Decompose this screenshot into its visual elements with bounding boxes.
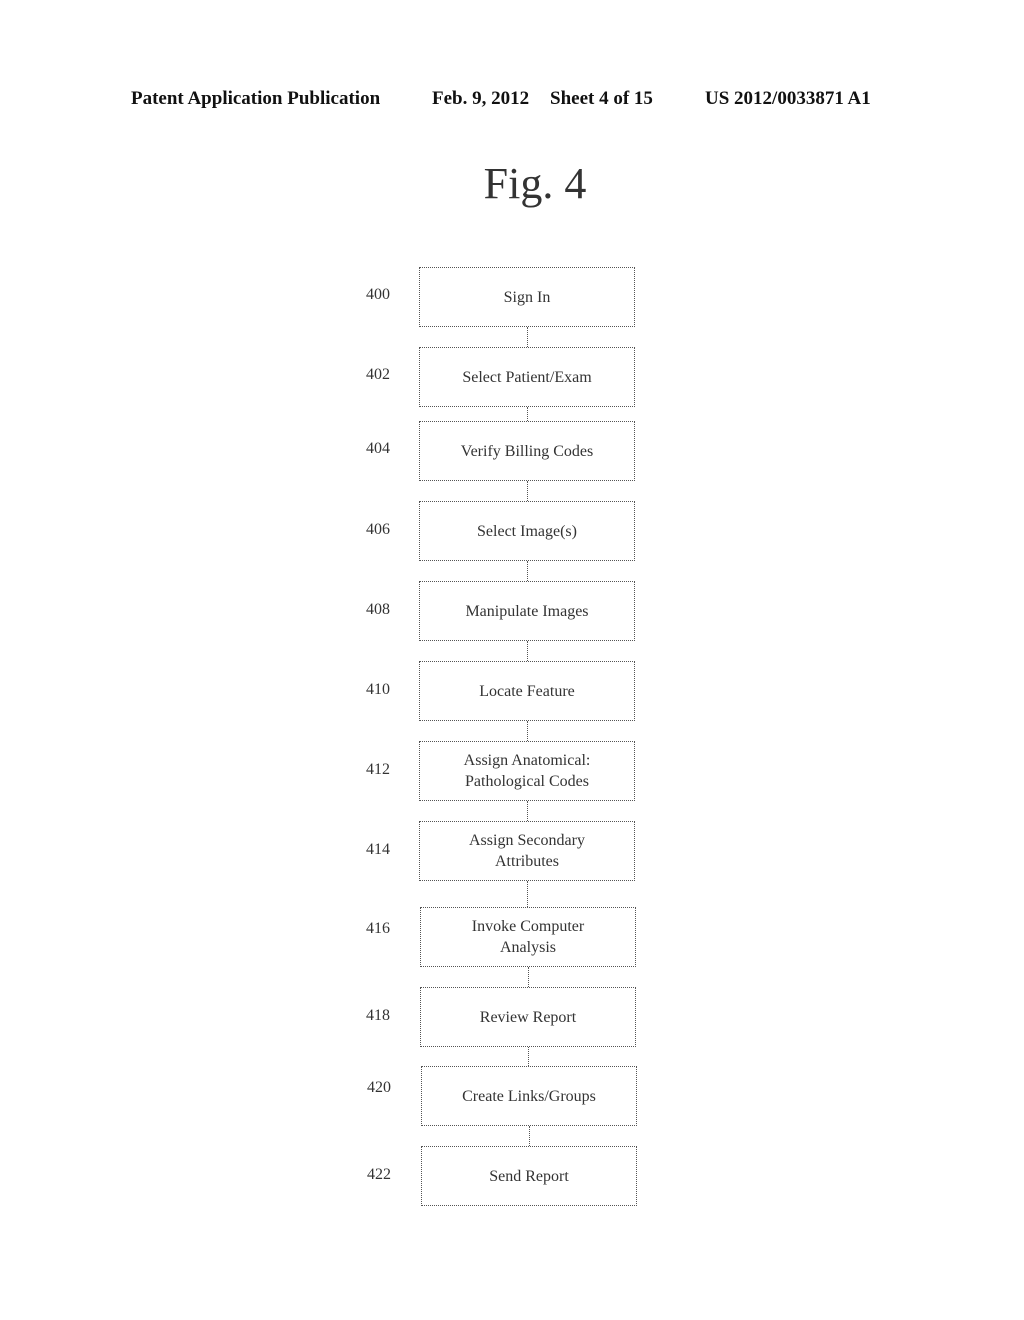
flow-connector (527, 481, 528, 501)
step-number: 402 (366, 366, 390, 383)
step-box: Verify Billing Codes (419, 421, 635, 481)
step-box: Create Links/Groups (421, 1066, 637, 1126)
publication-date: Feb. 9, 2012 (432, 88, 530, 109)
flow-connector (529, 1126, 530, 1146)
step-box: Manipulate Images (419, 581, 635, 641)
patent-number: US 2012/0033871 A1 (705, 88, 871, 109)
flow-connector (527, 327, 528, 347)
step-label: Select Image(s) (477, 522, 577, 540)
step-label: Sign In (503, 288, 551, 306)
step-box: Assign Secondary Attributes (419, 821, 635, 881)
step-label: Select Patient/Exam (462, 368, 592, 386)
step-label: Manipulate Images (465, 602, 589, 620)
step-box: Assign Anatomical: Pathological Codes (419, 741, 635, 801)
step-number: 400 (366, 286, 390, 303)
patent-header: Patent Application Publication Feb. 9, 2… (0, 88, 1024, 116)
step-label: Assign Secondary Attributes (469, 832, 585, 870)
step-number: 406 (366, 521, 390, 538)
step-number: 408 (366, 601, 390, 618)
step-box: Select Image(s) (419, 501, 635, 561)
flow-connector (528, 967, 529, 987)
step-label: Verify Billing Codes (460, 442, 594, 460)
step-box: Send Report (421, 1146, 637, 1206)
step-box: Select Patient/Exam (419, 347, 635, 407)
step-box: Invoke Computer Analysis (420, 907, 636, 967)
step-box: Review Report (420, 987, 636, 1047)
publication-label: Patent Application Publication (131, 88, 381, 109)
step-box: Sign In (419, 267, 635, 327)
flow-connector (527, 721, 528, 741)
step-label: Create Links/Groups (462, 1087, 596, 1105)
step-number: 414 (366, 841, 390, 858)
step-number: 416 (366, 920, 390, 937)
flow-connector (527, 407, 528, 421)
step-number: 422 (367, 1166, 391, 1183)
step-label: Locate Feature (479, 682, 575, 700)
sheet-number: Sheet 4 of 15 (550, 88, 653, 109)
step-number: 412 (366, 761, 390, 778)
flow-connector (527, 641, 528, 661)
flow-connector (527, 881, 528, 907)
flow-connector (527, 561, 528, 581)
step-number: 404 (366, 440, 390, 457)
step-label: Send Report (489, 1167, 569, 1185)
flow-connector (527, 801, 528, 821)
step-label: Invoke Computer Analysis (471, 918, 585, 956)
step-label: Review Report (479, 1008, 577, 1026)
step-number: 410 (366, 681, 390, 698)
step-number: 418 (366, 1007, 390, 1024)
figure-title: Fig. 4 (483, 159, 587, 208)
step-label: Assign Anatomical: Pathological Codes (463, 752, 591, 790)
step-box: Locate Feature (419, 661, 635, 721)
step-number: 420 (367, 1079, 391, 1096)
flow-connector (528, 1047, 529, 1066)
